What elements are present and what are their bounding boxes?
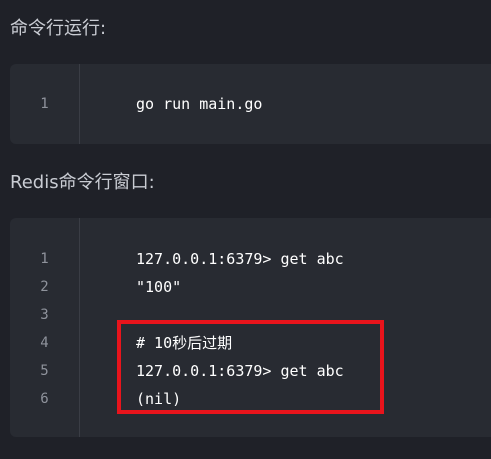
code-line: 3: [10, 301, 491, 329]
line-number: 1: [40, 251, 49, 267]
code-block-run: 1 go run main.go: [10, 64, 491, 144]
code-line: 2 "100": [10, 273, 491, 301]
line-number: 3: [40, 307, 49, 323]
code-text: (nil): [136, 390, 182, 408]
line-number: 2: [40, 279, 49, 295]
code-text: # 10秒后过期: [136, 334, 233, 352]
code-line: 5 127.0.0.1:6379> get abc: [10, 357, 491, 385]
code-line: 1 127.0.0.1:6379> get abc: [10, 245, 491, 273]
code-block-redis: 1 127.0.0.1:6379> get abc 2 "100" 3 4 # …: [10, 218, 491, 437]
line-number: 5: [40, 363, 49, 379]
section-heading-run: 命令行运行:: [10, 18, 107, 39]
line-number: 1: [40, 96, 49, 112]
code-line: 4 # 10秒后过期: [10, 329, 491, 357]
code-line: 1 go run main.go: [10, 90, 491, 118]
line-number: 6: [40, 391, 49, 407]
line-number: 4: [40, 335, 49, 351]
code-text: 127.0.0.1:6379> get abc: [136, 250, 344, 268]
code-text: go run main.go: [136, 95, 263, 113]
code-text: "100": [136, 278, 182, 296]
section-heading-redis: Redis命令行窗口:: [10, 172, 155, 193]
code-line: 6 (nil): [10, 385, 491, 413]
code-text: 127.0.0.1:6379> get abc: [136, 362, 344, 380]
